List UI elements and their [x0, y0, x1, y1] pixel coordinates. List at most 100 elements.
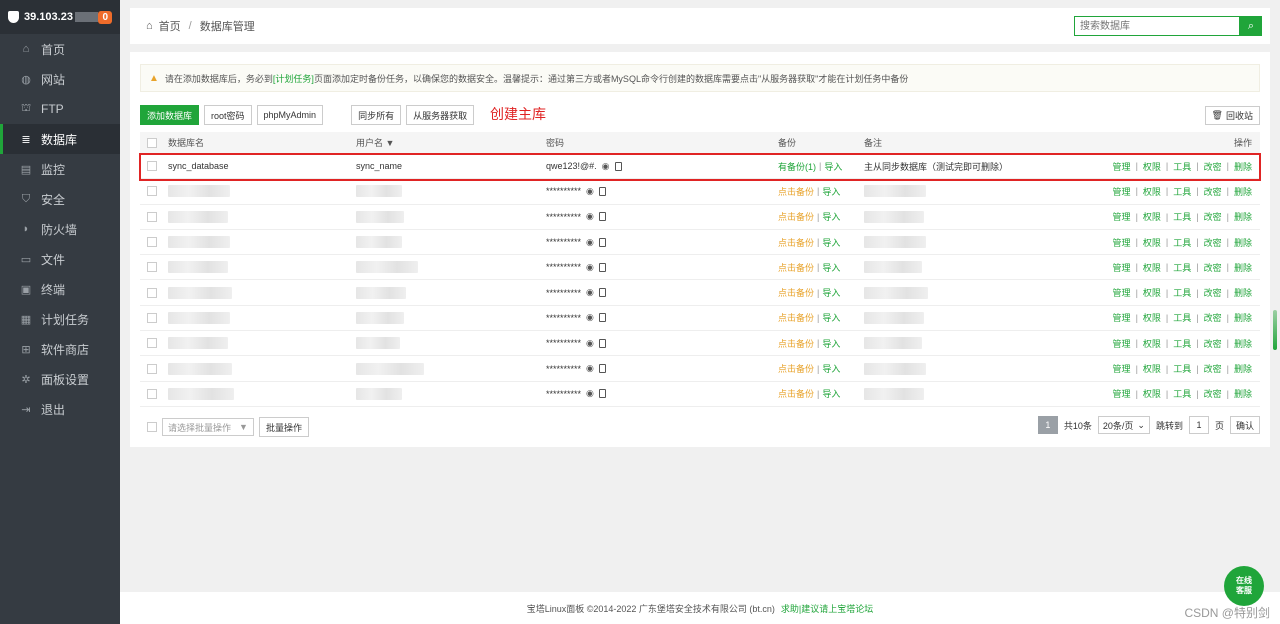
add-database-button[interactable]: 添加数据库: [140, 105, 200, 125]
action-link[interactable]: 管理: [1113, 236, 1131, 249]
copy-icon[interactable]: [598, 313, 606, 323]
action-link[interactable]: 改密: [1204, 362, 1222, 375]
action-link[interactable]: 删除: [1234, 185, 1252, 198]
table-row[interactable]: ********** ◉ 点击备份 | 导入 管理 | 权限 | 工具 | 改密 | 删除: [140, 382, 1260, 407]
sidebar-item[interactable]: ▭ 文件: [0, 244, 120, 274]
action-link[interactable]: 改密: [1204, 311, 1222, 324]
import-link[interactable]: 导入: [822, 387, 840, 400]
table-row[interactable]: ********** ◉ 点击备份 | 导入 管理 | 权限 | 工具 | 改密 | 删除: [140, 230, 1260, 256]
action-link[interactable]: 删除: [1234, 210, 1252, 223]
search-button[interactable]: ⌕: [1240, 16, 1262, 36]
import-link[interactable]: 导入: [822, 261, 840, 274]
row-checkbox[interactable]: [147, 211, 157, 222]
breadcrumb-home[interactable]: 首页: [159, 18, 181, 34]
action-link[interactable]: 删除: [1234, 160, 1252, 173]
import-link[interactable]: 导入: [822, 337, 840, 350]
import-link[interactable]: 导入: [822, 311, 840, 324]
sidebar-item[interactable]: ⛉ 安全: [0, 184, 120, 214]
sidebar-item[interactable]: ◍ 网站: [0, 64, 120, 94]
copy-icon[interactable]: [598, 262, 606, 272]
action-link[interactable]: 删除: [1234, 387, 1252, 400]
backup-link[interactable]: 点击备份: [778, 185, 814, 198]
backup-link[interactable]: 点击备份: [778, 261, 814, 274]
import-link[interactable]: 导入: [822, 210, 840, 223]
sidebar-item[interactable]: ◗ 防火墙: [0, 214, 120, 244]
action-link[interactable]: 改密: [1204, 261, 1222, 274]
eye-icon[interactable]: ◉: [586, 211, 594, 222]
action-link[interactable]: 工具: [1173, 185, 1191, 198]
select-all-checkbox[interactable]: [147, 137, 157, 148]
table-row[interactable]: ********** ◉ 点击备份 | 导入 管理 | 权限 | 工具 | 改密 | 删除: [140, 205, 1260, 230]
action-link[interactable]: 改密: [1204, 286, 1222, 299]
action-link[interactable]: 工具: [1173, 160, 1191, 173]
row-checkbox[interactable]: [147, 186, 157, 197]
backup-link[interactable]: 有备份(1): [778, 160, 816, 173]
copy-icon[interactable]: [598, 186, 606, 196]
sidebar-item[interactable]: ⛫ FTP: [0, 94, 120, 124]
import-link[interactable]: 导入: [822, 185, 840, 198]
notification-badge[interactable]: 0: [98, 10, 112, 24]
action-link[interactable]: 管理: [1113, 362, 1131, 375]
action-link[interactable]: 权限: [1143, 311, 1161, 324]
action-link[interactable]: 管理: [1113, 311, 1131, 324]
action-link[interactable]: 权限: [1143, 236, 1161, 249]
row-checkbox[interactable]: [147, 237, 157, 248]
eye-icon[interactable]: ◉: [586, 388, 594, 399]
action-link[interactable]: 管理: [1113, 160, 1131, 173]
sidebar-item[interactable]: ⊞ 软件商店: [0, 334, 120, 364]
per-page-select[interactable]: 20条/页 ⌄: [1097, 416, 1150, 434]
copy-icon[interactable]: [598, 364, 606, 374]
row-checkbox[interactable]: [147, 388, 157, 399]
backup-link[interactable]: 点击备份: [778, 337, 814, 350]
sidebar-item[interactable]: ▤ 监控: [0, 154, 120, 184]
sidebar-item[interactable]: ▣ 终端: [0, 274, 120, 304]
copy-icon[interactable]: [598, 389, 606, 399]
action-link[interactable]: 工具: [1173, 311, 1191, 324]
recycle-bin-button[interactable]: 🗑 回收站: [1204, 106, 1260, 125]
import-link[interactable]: 导入: [822, 236, 840, 249]
action-link[interactable]: 管理: [1113, 337, 1131, 350]
row-checkbox[interactable]: [147, 312, 157, 323]
action-link[interactable]: 工具: [1173, 362, 1191, 375]
sidebar-item[interactable]: ≣ 数据库: [0, 124, 120, 154]
table-row[interactable]: ********** ◉ 点击备份 | 导入 管理 | 权限 | 工具 | 改密 | 删除: [140, 255, 1260, 281]
action-link[interactable]: 删除: [1234, 311, 1252, 324]
eye-icon[interactable]: ◉: [586, 237, 594, 248]
eye-icon[interactable]: ◉: [586, 338, 594, 349]
action-link[interactable]: 改密: [1204, 160, 1222, 173]
action-link[interactable]: 权限: [1143, 387, 1161, 400]
get-from-server-button[interactable]: 从服务器获取: [406, 105, 475, 125]
copy-icon[interactable]: [598, 212, 606, 222]
action-link[interactable]: 权限: [1143, 261, 1161, 274]
action-link[interactable]: 权限: [1143, 362, 1161, 375]
import-link[interactable]: 导入: [822, 362, 840, 375]
sidebar-item[interactable]: ⌂ 首页: [0, 34, 120, 64]
action-link[interactable]: 改密: [1204, 210, 1222, 223]
copy-icon[interactable]: [598, 338, 606, 348]
backup-link[interactable]: 点击备份: [778, 387, 814, 400]
action-link[interactable]: 删除: [1234, 286, 1252, 299]
eye-off-icon[interactable]: ◉: [602, 161, 610, 172]
table-row[interactable]: sync_database sync_name qwe123!@#. ◉ 有备份(1) |…: [140, 154, 1260, 180]
row-checkbox[interactable]: [147, 161, 157, 172]
header-user[interactable]: 用户名 ▼: [356, 132, 394, 153]
action-link[interactable]: 删除: [1234, 337, 1252, 350]
backup-link[interactable]: 点击备份: [778, 286, 814, 299]
action-link[interactable]: 改密: [1204, 337, 1222, 350]
root-password-button[interactable]: root密码: [204, 105, 252, 125]
action-link[interactable]: 工具: [1173, 236, 1191, 249]
eye-icon[interactable]: ◉: [586, 312, 594, 323]
action-link[interactable]: 改密: [1204, 236, 1222, 249]
phpmyadmin-button[interactable]: phpMyAdmin: [256, 105, 324, 125]
action-link[interactable]: 改密: [1204, 185, 1222, 198]
table-row[interactable]: ********** ◉ 点击备份 | 导入 管理 | 权限 | 工具 | 改密 | 删除: [140, 179, 1260, 205]
action-link[interactable]: 权限: [1143, 210, 1161, 223]
action-link[interactable]: 工具: [1173, 337, 1191, 350]
row-checkbox[interactable]: [147, 287, 157, 298]
batch-button[interactable]: 批量操作: [258, 417, 309, 437]
action-link[interactable]: 权限: [1143, 337, 1161, 350]
eye-icon[interactable]: ◉: [586, 186, 594, 197]
action-link[interactable]: 权限: [1143, 160, 1161, 173]
table-row[interactable]: ********** ◉ 点击备份 | 导入 管理 | 权限 | 工具 | 改密 | 删除: [140, 331, 1260, 357]
batch-checkbox[interactable]: [147, 422, 157, 432]
